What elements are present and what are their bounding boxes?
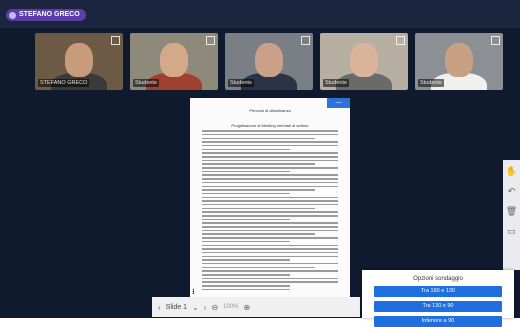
zoom-out-icon[interactable]: ⊖	[211, 303, 218, 312]
participant-avatar	[255, 43, 283, 77]
whiteboard-icon[interactable]: ▭	[507, 226, 516, 237]
trash-icon[interactable]: 🗑	[506, 206, 517, 217]
participant-avatar	[65, 43, 93, 77]
participant-name: Studente	[418, 79, 445, 87]
participant-avatar	[445, 43, 473, 77]
presenter-name: STEFANO GRECO	[19, 11, 80, 18]
doc-text-line	[202, 211, 338, 213]
doc-text-line	[202, 215, 338, 217]
presenter-icon	[9, 11, 16, 19]
doc-text-line	[202, 229, 338, 232]
doc-text-line	[202, 237, 338, 239]
slide-selector[interactable]: Slide 1	[166, 304, 187, 311]
doc-text-line	[202, 248, 338, 250]
doc-text-line	[202, 226, 338, 228]
participant-tile[interactable]: STEFANO GRECO	[35, 33, 123, 90]
doc-text-line	[202, 207, 315, 210]
poll-title: Opzioni sondaggio	[413, 276, 463, 282]
poll-option-button[interactable]: Tra 160 e 130	[374, 286, 502, 297]
undo-icon[interactable]: ↶	[508, 186, 516, 197]
doc-text-line	[202, 281, 338, 283]
participant-tile[interactable]: Studente	[320, 33, 408, 90]
expand-icon[interactable]	[301, 36, 310, 45]
participant-name: Studente	[323, 79, 350, 87]
doc-text-line	[202, 270, 338, 272]
doc-text-line	[202, 167, 338, 169]
participant-avatar	[350, 43, 378, 77]
doc-text-line	[202, 259, 290, 261]
doc-text-line	[202, 218, 290, 221]
doc-text-line	[202, 192, 290, 195]
participant-avatar	[160, 43, 188, 77]
meeting-stage: STEFANO GRECO STEFANO GRECO Studente Stude…	[0, 0, 520, 327]
doc-text-line	[202, 196, 338, 199]
doc-text-line	[202, 130, 338, 132]
doc-text-line	[202, 288, 290, 291]
zoom-level: 100%	[223, 304, 239, 310]
doc-text-line	[202, 244, 338, 246]
doc-text-line	[202, 170, 290, 173]
prev-slide-button[interactable]: ‹	[158, 303, 161, 312]
presenter-badge: STEFANO GRECO	[6, 9, 86, 21]
doc-text-line	[202, 233, 315, 235]
doc-text-line	[202, 181, 338, 184]
doc-text-line	[202, 152, 338, 154]
doc-text-line	[202, 222, 338, 224]
next-slide-button[interactable]: ›	[204, 303, 207, 312]
doc-text-line	[202, 174, 338, 176]
doc-text-line	[202, 144, 338, 147]
doc-text-line	[202, 185, 338, 187]
doc-text-line	[202, 255, 338, 258]
participant-name: Studente	[133, 79, 160, 87]
doc-text-line	[202, 274, 290, 276]
doc-tab-button[interactable]: —	[327, 98, 350, 108]
side-toolbar: ✋ ↶ 🗑 ▭	[503, 160, 520, 270]
chevron-down-icon[interactable]: ⌄	[192, 303, 199, 312]
doc-text-line	[202, 251, 338, 254]
doc-text-line	[202, 200, 338, 202]
zoom-in-icon[interactable]: ⊕	[244, 303, 251, 312]
presentation-toolbar: ‹ Slide 1 ⌄ › ⊖ 100% ⊕	[152, 297, 360, 317]
doc-text-line	[202, 163, 315, 165]
doc-text-line	[202, 203, 338, 206]
expand-icon[interactable]	[206, 36, 215, 45]
doc-text-line	[202, 141, 338, 143]
participant-name: STEFANO GRECO	[38, 79, 90, 87]
expand-icon[interactable]	[396, 36, 405, 45]
participant-tile[interactable]: Studente	[225, 33, 313, 90]
doc-text-line	[202, 189, 315, 191]
doc-text-line	[202, 137, 315, 140]
doc-text-line	[202, 262, 338, 265]
poll-option-button[interactable]: Tra 130 e 90	[374, 301, 502, 312]
expand-icon[interactable]	[111, 36, 120, 45]
doc-text-line	[202, 148, 290, 151]
expand-icon[interactable]	[491, 36, 500, 45]
shared-document: Percorsi di cittadinanza Progettazione d…	[190, 98, 350, 303]
hand-icon[interactable]: ✋	[506, 166, 517, 177]
participant-tile[interactable]: Studente	[415, 33, 503, 90]
doc-subheading: Progettazione di Meeting orientati al se…	[231, 123, 309, 128]
doc-text-line	[202, 178, 338, 180]
doc-heading: Percorsi di cittadinanza	[249, 108, 291, 113]
doc-text-line	[202, 277, 338, 280]
participant-name: Studente	[228, 79, 255, 87]
doc-text-line	[202, 266, 315, 269]
doc-text-line	[202, 156, 338, 158]
doc-text-line	[202, 285, 290, 287]
doc-text-line	[202, 133, 338, 136]
poll-panel: Opzioni sondaggio Tra 160 e 130 Tra 130 …	[362, 270, 514, 327]
participant-tile[interactable]: Studente	[130, 33, 218, 90]
doc-text-line	[202, 159, 338, 162]
doc-text-line	[202, 240, 290, 243]
